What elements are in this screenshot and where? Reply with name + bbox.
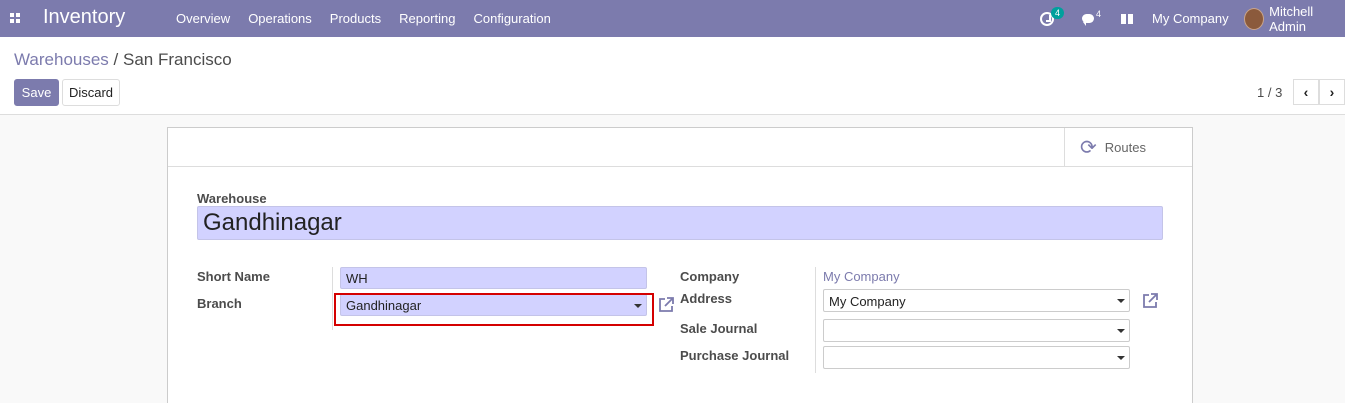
app-name[interactable]: Inventory	[43, 6, 125, 29]
short-name-input[interactable]: WH	[340, 267, 647, 289]
apps-menu-icon[interactable]	[10, 13, 20, 23]
save-button[interactable]: Save	[14, 79, 59, 106]
menu-overview[interactable]: Overview	[176, 11, 230, 26]
pager-next-button[interactable]: ›	[1319, 79, 1345, 105]
sale-journal-select[interactable]	[823, 319, 1130, 342]
external-link-icon[interactable]	[1141, 292, 1159, 310]
routes-label: Routes	[1104, 140, 1146, 155]
refresh-icon: ⟳	[1080, 137, 1097, 159]
top-navbar: Inventory Overview Operations Products R…	[0, 0, 1345, 37]
menu-reporting[interactable]: Reporting	[399, 11, 455, 26]
routes-button[interactable]: ⟳ Routes	[1064, 128, 1192, 167]
short-name-label: Short Name	[197, 269, 270, 284]
external-link-icon[interactable]	[657, 296, 675, 314]
branch-label: Branch	[197, 296, 242, 311]
message-count: 4	[1096, 8, 1102, 19]
control-panel: Warehouses / San Francisco Save Discard …	[0, 37, 1345, 115]
chevron-down-icon	[1117, 356, 1125, 360]
address-value: My Company	[829, 294, 906, 309]
messaging-menu[interactable]: 4	[1082, 0, 1101, 37]
warehouse-label: Warehouse	[197, 191, 267, 206]
main-menu: Overview Operations Products Reporting C…	[176, 11, 569, 26]
chevron-down-icon	[1117, 299, 1125, 303]
user-menu[interactable]: Mitchell Admin	[1244, 0, 1345, 37]
highlight-box	[334, 293, 654, 326]
left-group-separator	[332, 267, 333, 330]
sale-journal-label: Sale Journal	[680, 321, 758, 336]
menu-configuration[interactable]: Configuration	[473, 11, 550, 26]
discard-button[interactable]: Discard	[62, 79, 120, 106]
right-group-separator	[815, 267, 816, 373]
menu-products[interactable]: Products	[330, 11, 381, 26]
gift-icon	[1121, 13, 1133, 24]
user-name: Mitchell Admin	[1269, 3, 1314, 34]
chat-icon	[1082, 14, 1094, 26]
breadcrumb: Warehouses / San Francisco	[14, 50, 232, 70]
pager-value[interactable]: 1 / 3	[1257, 85, 1282, 100]
activity-badge: 4	[1051, 6, 1065, 19]
address-select[interactable]: My Company	[823, 289, 1130, 312]
warehouse-name-input[interactable]: Gandhinagar	[197, 206, 1163, 240]
chevron-down-icon	[1117, 329, 1125, 333]
form-sheet: ⟳ Routes Warehouse Gandhinagar Short Nam…	[167, 127, 1193, 403]
company-label: Company	[680, 269, 740, 284]
company-link[interactable]: My Company	[823, 269, 900, 284]
pager-buttons: ‹ ›	[1293, 79, 1345, 105]
purchase-journal-select[interactable]	[823, 346, 1130, 369]
breadcrumb-warehouses[interactable]: Warehouses	[14, 50, 109, 69]
menu-operations[interactable]: Operations	[248, 11, 312, 26]
activity-menu[interactable]: 4	[1040, 0, 1065, 37]
gift-menu[interactable]	[1121, 0, 1133, 37]
breadcrumb-separator: /	[113, 50, 119, 69]
purchase-journal-label: Purchase Journal	[680, 348, 790, 363]
avatar	[1244, 7, 1265, 30]
address-label: Address	[680, 291, 733, 306]
company-switcher[interactable]: My Company	[1152, 0, 1229, 37]
button-box: ⟳ Routes	[168, 128, 1192, 167]
breadcrumb-current: San Francisco	[123, 50, 232, 69]
pager-previous-button[interactable]: ‹	[1293, 79, 1319, 105]
